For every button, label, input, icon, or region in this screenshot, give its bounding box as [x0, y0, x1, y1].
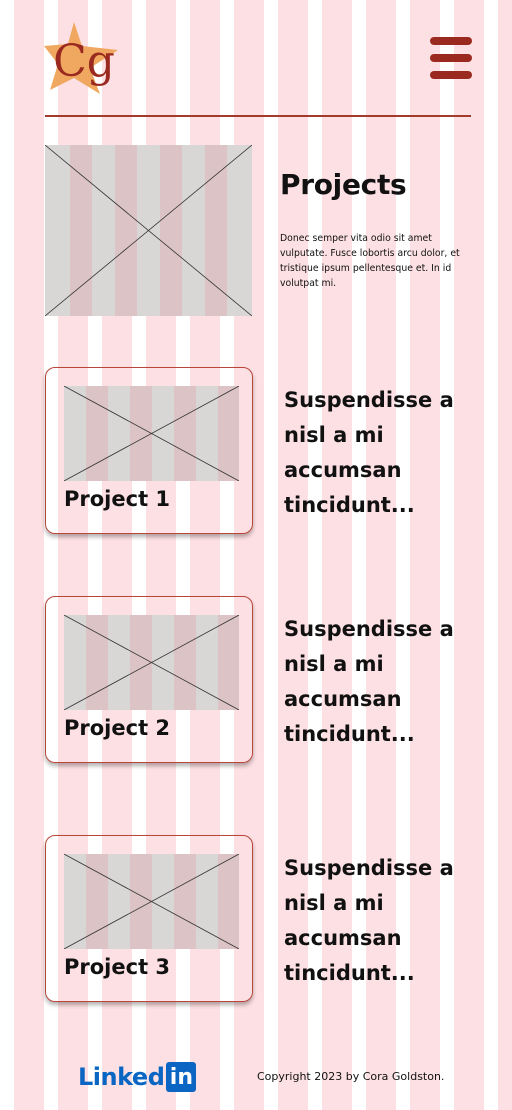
project-card-2[interactable]: Project 2 — [45, 596, 253, 763]
project-card-1[interactable]: Project 1 — [45, 367, 253, 534]
header-divider — [45, 115, 471, 117]
linkedin-logo-link[interactable]: Linked in — [78, 1061, 197, 1093]
logo-star-icon: Cg — [44, 22, 118, 94]
project-card-label: Project 2 — [64, 716, 171, 740]
project-image-placeholder — [64, 615, 239, 710]
linkedin-wordmark: Linked — [78, 1063, 165, 1091]
copyright-text: Copyright 2023 by Cora Goldston. — [257, 1070, 445, 1083]
linkedin-icon: in — [166, 1062, 197, 1092]
menu-bar — [430, 54, 472, 62]
project-summary-2: Suspendisse a nisl a mi accumsan tincidu… — [284, 617, 454, 746]
logo[interactable]: Cg — [44, 20, 120, 96]
svg-text:Cg: Cg — [53, 36, 115, 87]
menu-bar — [430, 37, 472, 45]
project-card-3[interactable]: Project 3 — [45, 835, 253, 1002]
page-title: Projects — [280, 168, 407, 201]
project-image-placeholder — [64, 386, 239, 481]
project-card-label: Project 1 — [64, 487, 171, 511]
page-description: Donec semper vita odio sit amet vulputat… — [280, 233, 460, 289]
project-summary-3: Suspendisse a nisl a mi accumsan tincidu… — [284, 856, 454, 985]
project-image-placeholder — [64, 854, 239, 949]
menu-bar — [430, 71, 472, 79]
hamburger-menu-icon[interactable] — [430, 37, 472, 81]
hero-image-placeholder — [45, 145, 252, 316]
project-summary-1: Suspendisse a nisl a mi accumsan tincidu… — [284, 388, 454, 517]
project-card-label: Project 3 — [64, 955, 171, 979]
